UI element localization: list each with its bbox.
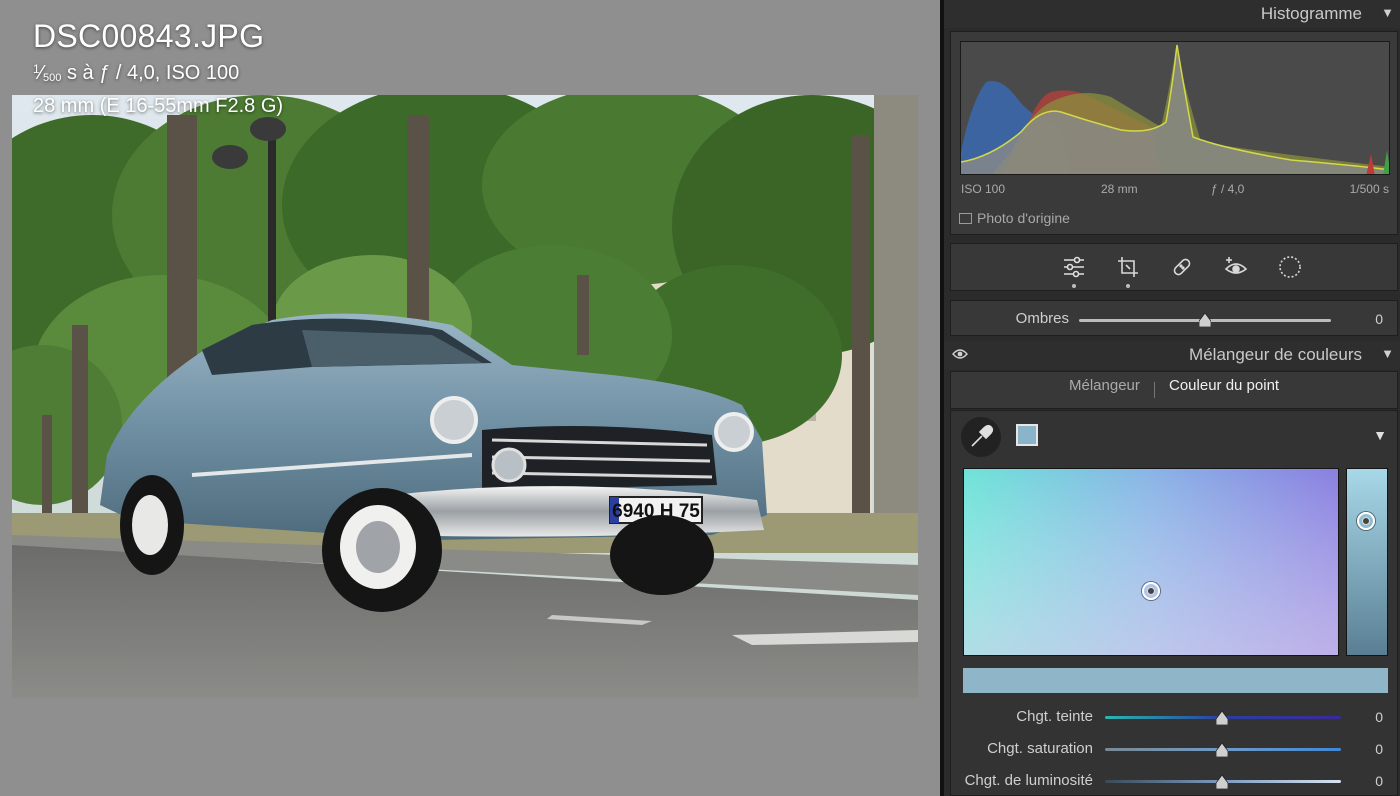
red-eye-icon[interactable]	[1221, 252, 1251, 282]
sampled-color-swatch[interactable]	[1016, 424, 1038, 446]
histogram-title: Histogramme	[1260, 4, 1362, 23]
photo-image: 6940 H 75	[12, 95, 918, 698]
histogram-header[interactable]: Histogramme ▼	[944, 0, 1400, 28]
shutter-denominator: 500	[43, 72, 62, 84]
masking-icon[interactable]	[1275, 252, 1305, 282]
histogram-aperture: ƒ / 4,0	[1211, 182, 1245, 196]
original-photo-toggle[interactable]: Photo d'origine	[959, 210, 1070, 226]
luminance-target[interactable]	[1357, 512, 1375, 530]
active-dot	[1072, 284, 1076, 288]
histogram-graph[interactable]	[960, 41, 1390, 175]
shadows-slider-thumb[interactable]	[1199, 313, 1211, 327]
tool-strip	[950, 243, 1398, 291]
shadows-value[interactable]: 0	[1353, 311, 1383, 327]
original-photo-checkbox[interactable]	[959, 213, 972, 224]
shadows-label: Ombres	[1015, 310, 1069, 327]
color-mixer-tabs: Mélangeur Couleur du point	[950, 371, 1398, 409]
hue-sat-target[interactable]	[1142, 582, 1160, 600]
color-preview-bar	[963, 668, 1388, 693]
hue-saturation-field[interactable]	[963, 468, 1339, 656]
histogram-shutter: 1/500 s	[1349, 182, 1389, 196]
saturation-shift-thumb[interactable]	[1216, 743, 1228, 757]
shutter-numerator: 1	[33, 62, 40, 76]
lens-info: 28 mm (E 16-55mm F2.8 G)	[33, 95, 284, 117]
photo-filename: DSC00843.JPG	[33, 18, 265, 54]
tab-point-color[interactable]: Couleur du point	[1169, 377, 1279, 394]
eyedropper-icon[interactable]	[961, 417, 1001, 457]
histogram-focal: 28 mm	[1101, 182, 1138, 196]
swatch-menu-triangle-icon[interactable]: ▼	[1373, 427, 1387, 443]
crop-icon[interactable]	[1113, 252, 1143, 288]
color-mixer-header[interactable]: Mélangeur de couleurs ▼	[944, 341, 1400, 369]
hue-shift-label: Chgt. teinte	[1016, 708, 1093, 725]
saturation-shift-value[interactable]: 0	[1353, 741, 1383, 757]
photo-canvas[interactable]: 6940 H 75 DSC00843.JPG 1⁄500 s à ƒ / 4,0…	[0, 0, 940, 796]
adjust-sliders-icon[interactable]	[1059, 252, 1089, 288]
hue-shift-value[interactable]: 0	[1353, 709, 1383, 725]
tab-melangeur[interactable]: Mélangeur	[1069, 377, 1140, 394]
saturation-shift-label: Chgt. saturation	[987, 740, 1093, 757]
exposure-info: 1⁄500 s à ƒ / 4,0, ISO 100	[33, 62, 239, 85]
collapse-triangle-icon[interactable]: ▼	[1381, 346, 1394, 361]
visibility-eye-icon[interactable]	[952, 347, 968, 363]
shadows-slider-row: Ombres 0	[950, 300, 1398, 336]
luminance-strip[interactable]	[1346, 468, 1388, 656]
histogram-iso: ISO 100	[961, 182, 1006, 196]
histogram-panel: ▲ ▲ ISO 100 28 mm ƒ / 4,0 1/500 s Photo …	[950, 31, 1398, 235]
photo-preview[interactable]: 6940 H 75	[12, 95, 918, 698]
collapse-triangle-icon[interactable]: ▼	[1381, 5, 1394, 20]
luminance-shift-thumb[interactable]	[1216, 775, 1228, 789]
healing-bandage-icon[interactable]	[1167, 252, 1197, 282]
color-mixer-title: Mélangeur de couleurs	[1189, 345, 1362, 364]
luminance-shift-label: Chgt. de luminosité	[964, 772, 1093, 789]
point-color-panel: ▼ Chgt. teinte 0 Chgt. saturation 0 Chgt…	[950, 410, 1398, 796]
shutter-fraction: 1⁄500	[33, 62, 62, 84]
tab-separator	[1154, 382, 1155, 398]
hue-shift-thumb[interactable]	[1216, 711, 1228, 725]
original-photo-label: Photo d'origine	[977, 210, 1070, 226]
luminance-shift-value[interactable]: 0	[1353, 773, 1383, 789]
develop-panel: Histogramme ▼ ▲ ▲ ISO 100 28 mm ƒ / 4,0 …	[944, 0, 1400, 796]
crop-dot	[1126, 284, 1130, 288]
exposure-details: s à ƒ / 4,0, ISO 100	[61, 62, 240, 84]
